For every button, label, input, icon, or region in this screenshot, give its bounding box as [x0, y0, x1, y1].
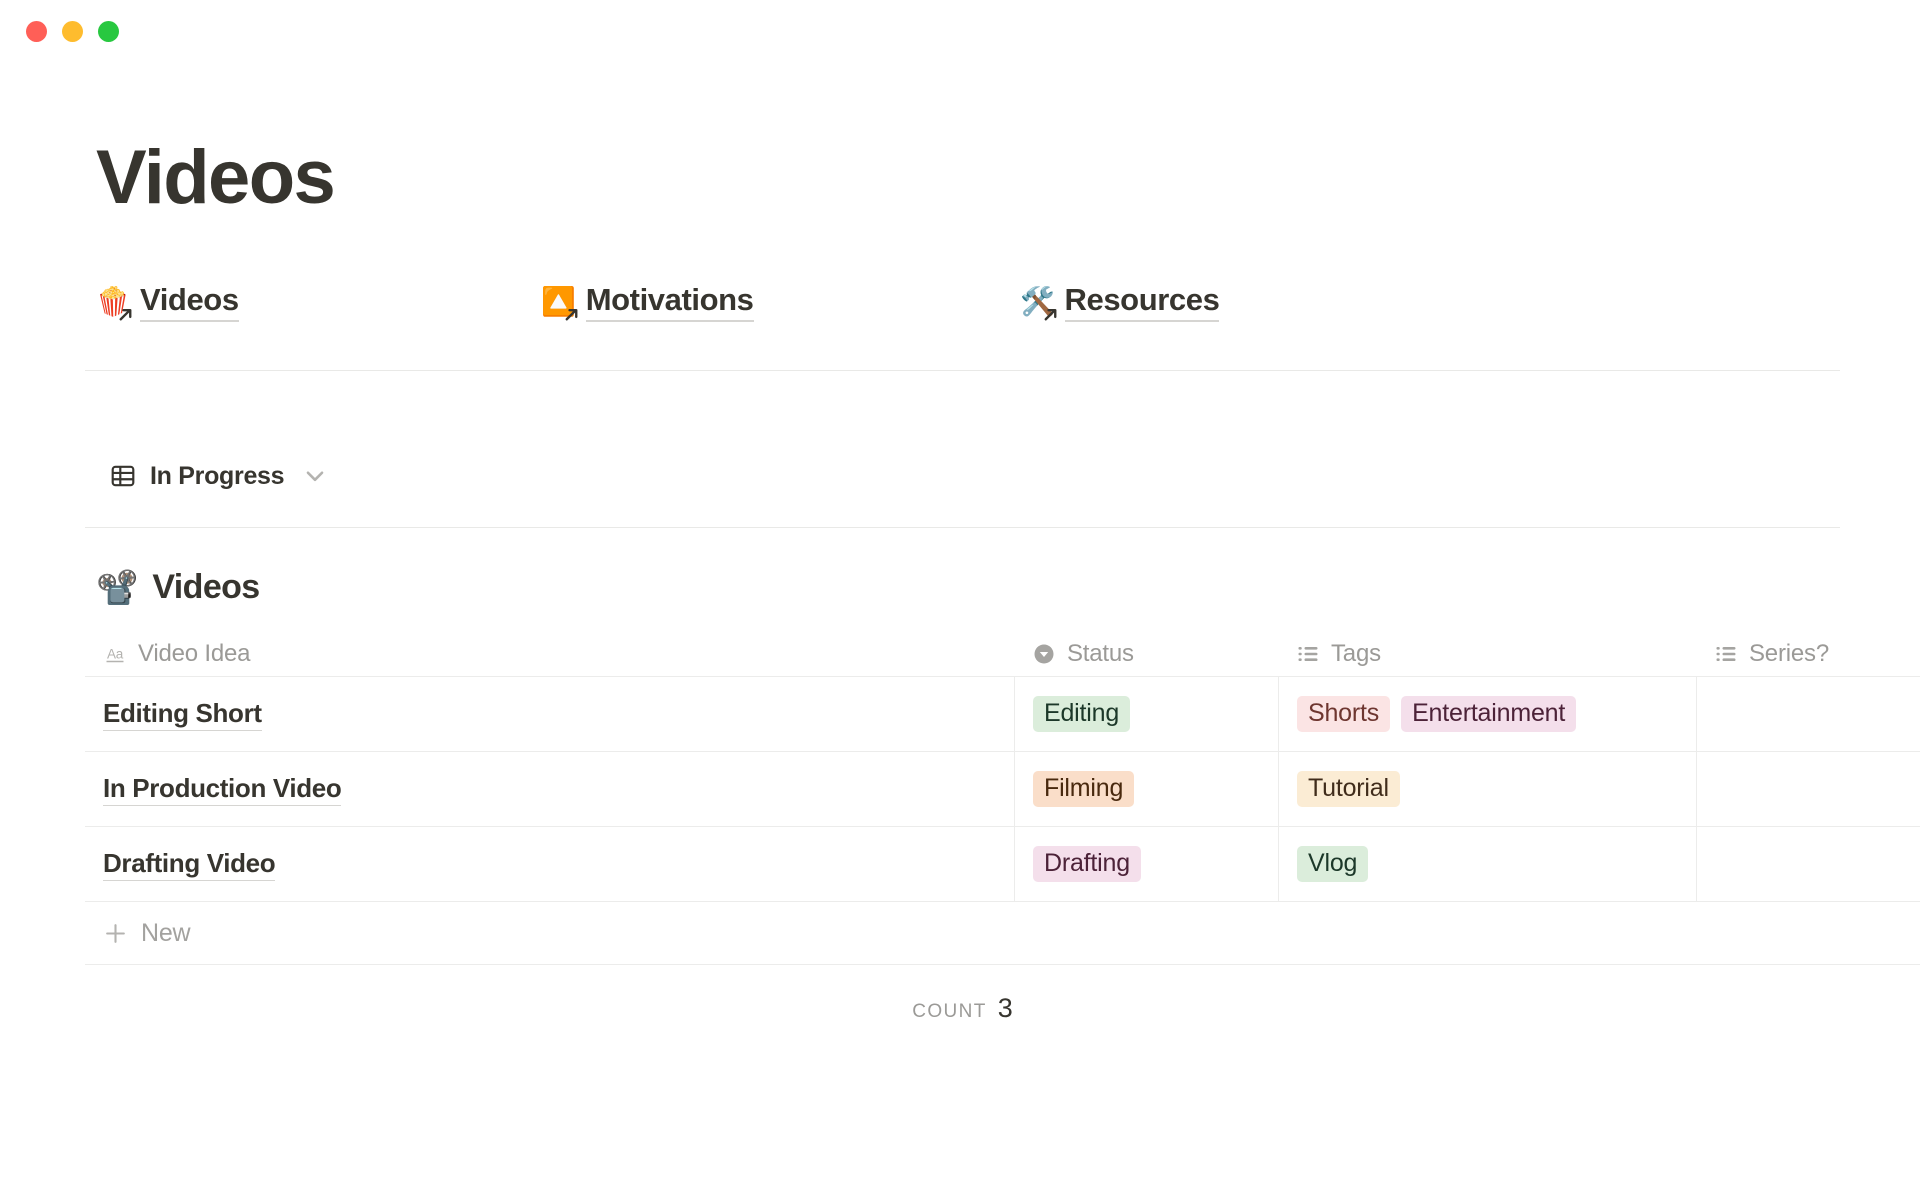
column-header-label: Series?: [1749, 639, 1829, 667]
column-header-label: Video Idea: [138, 639, 251, 667]
new-row-label: New: [141, 918, 191, 947]
column-header-series[interactable]: Series?: [1696, 631, 1920, 676]
column-header-label: Status: [1067, 639, 1134, 667]
tag-badge: Entertainment: [1401, 695, 1577, 733]
cell-tags[interactable]: Tutorial: [1278, 752, 1696, 826]
cell-series[interactable]: [1696, 677, 1920, 751]
page-link-label: Resources: [1064, 282, 1220, 322]
new-row-button[interactable]: New: [85, 902, 1920, 965]
table-header-row: Aa Video Idea Status Tags Series?: [85, 631, 1920, 677]
link-arrow-icon: [1044, 308, 1056, 321]
column-header-label: Tags: [1331, 639, 1381, 667]
page-link-label: Motivations: [585, 282, 754, 322]
multi-select-list-icon: [1298, 646, 1318, 661]
database-view-selector[interactable]: In Progress: [110, 457, 1920, 495]
cell-video-idea[interactable]: Drafting Video: [85, 827, 1014, 901]
tag-badge: Tutorial: [1297, 770, 1400, 808]
cell-status[interactable]: Editing: [1014, 677, 1278, 751]
cell-tags[interactable]: Shorts Entertainment: [1278, 677, 1696, 751]
count-value: 3: [997, 993, 1013, 1023]
database-table: Aa Video Idea Status Tags Series? Editin…: [85, 631, 1920, 965]
link-arrow-icon: [565, 308, 578, 321]
popcorn-emoji: 🍿: [96, 283, 132, 321]
page-link-videos[interactable]: 🍿 Videos: [96, 282, 239, 322]
cell-video-idea[interactable]: In Production Video: [85, 752, 1014, 826]
title-aa-icon: Aa: [106, 646, 124, 662]
table-row[interactable]: In Production Video Filming Tutorial: [85, 752, 1920, 827]
hammer-and-wrench-emoji: 🛠️: [1020, 283, 1056, 321]
page-link-motivations[interactable]: 🔼 Motivations: [541, 282, 754, 322]
link-arrow-icon: [119, 308, 132, 321]
database-title-label: Videos: [152, 568, 260, 606]
page-links-row: 🍿 Videos 🔼 Motivations 🛠️ Resources: [96, 278, 1920, 322]
database-title: 📽️ Videos: [96, 568, 1920, 607]
chevron-down-icon[interactable]: [302, 463, 328, 489]
status-badge: Drafting: [1033, 845, 1141, 883]
page-title: Videos: [96, 135, 336, 220]
section-divider-view: [85, 527, 1840, 528]
page-content: Videos 🍿 Videos 🔼 Motivations 🛠️ Resourc…: [0, 140, 1920, 1039]
plus-icon: [106, 923, 125, 943]
row-title-link[interactable]: Editing Short: [103, 698, 262, 731]
cell-tags[interactable]: Vlog: [1278, 827, 1696, 901]
tag-badge: Vlog: [1297, 845, 1369, 883]
count-label: Count: [912, 1001, 987, 1022]
column-header-status[interactable]: Status: [1014, 631, 1278, 676]
cell-series[interactable]: [1696, 827, 1920, 901]
window-close-button[interactable]: [26, 20, 47, 42]
row-title-link[interactable]: Drafting Video: [103, 848, 276, 881]
cell-series[interactable]: [1696, 752, 1920, 826]
column-header-video-idea[interactable]: Aa Video Idea: [85, 631, 1014, 676]
window-maximize-button[interactable]: [98, 20, 119, 42]
cell-status[interactable]: Drafting: [1014, 827, 1278, 901]
row-title-link[interactable]: In Production Video: [103, 773, 342, 806]
svg-text:Aa: Aa: [107, 646, 124, 661]
cell-video-idea[interactable]: Editing Short: [85, 677, 1014, 751]
tag-badge: Shorts: [1297, 695, 1391, 733]
table-grid-icon: [111, 465, 135, 487]
column-header-tags[interactable]: Tags: [1278, 631, 1696, 676]
status-badge: Filming: [1033, 770, 1135, 808]
select-circle-icon: [1034, 644, 1054, 663]
window-minimize-button[interactable]: [62, 20, 83, 42]
page-link-label: Videos: [140, 282, 239, 322]
multi-select-list-icon: [1716, 646, 1736, 661]
view-name-label: In Progress: [150, 461, 285, 490]
window-titlebar: [0, 0, 1920, 62]
table-row[interactable]: Editing Short Editing Shorts Entertainme…: [85, 677, 1920, 752]
cell-status[interactable]: Filming: [1014, 752, 1278, 826]
film-projector-emoji: 📽️: [96, 568, 139, 607]
page-link-resources[interactable]: 🛠️ Resources: [1020, 282, 1220, 322]
upward-triangle-emoji: 🔼: [541, 283, 578, 321]
table-footer-count[interactable]: Count 3: [85, 965, 1840, 1039]
status-badge: Editing: [1033, 695, 1131, 733]
section-divider-top: [85, 370, 1840, 371]
table-row[interactable]: Drafting Video Drafting Vlog: [85, 827, 1920, 902]
window-controls: [26, 20, 119, 42]
